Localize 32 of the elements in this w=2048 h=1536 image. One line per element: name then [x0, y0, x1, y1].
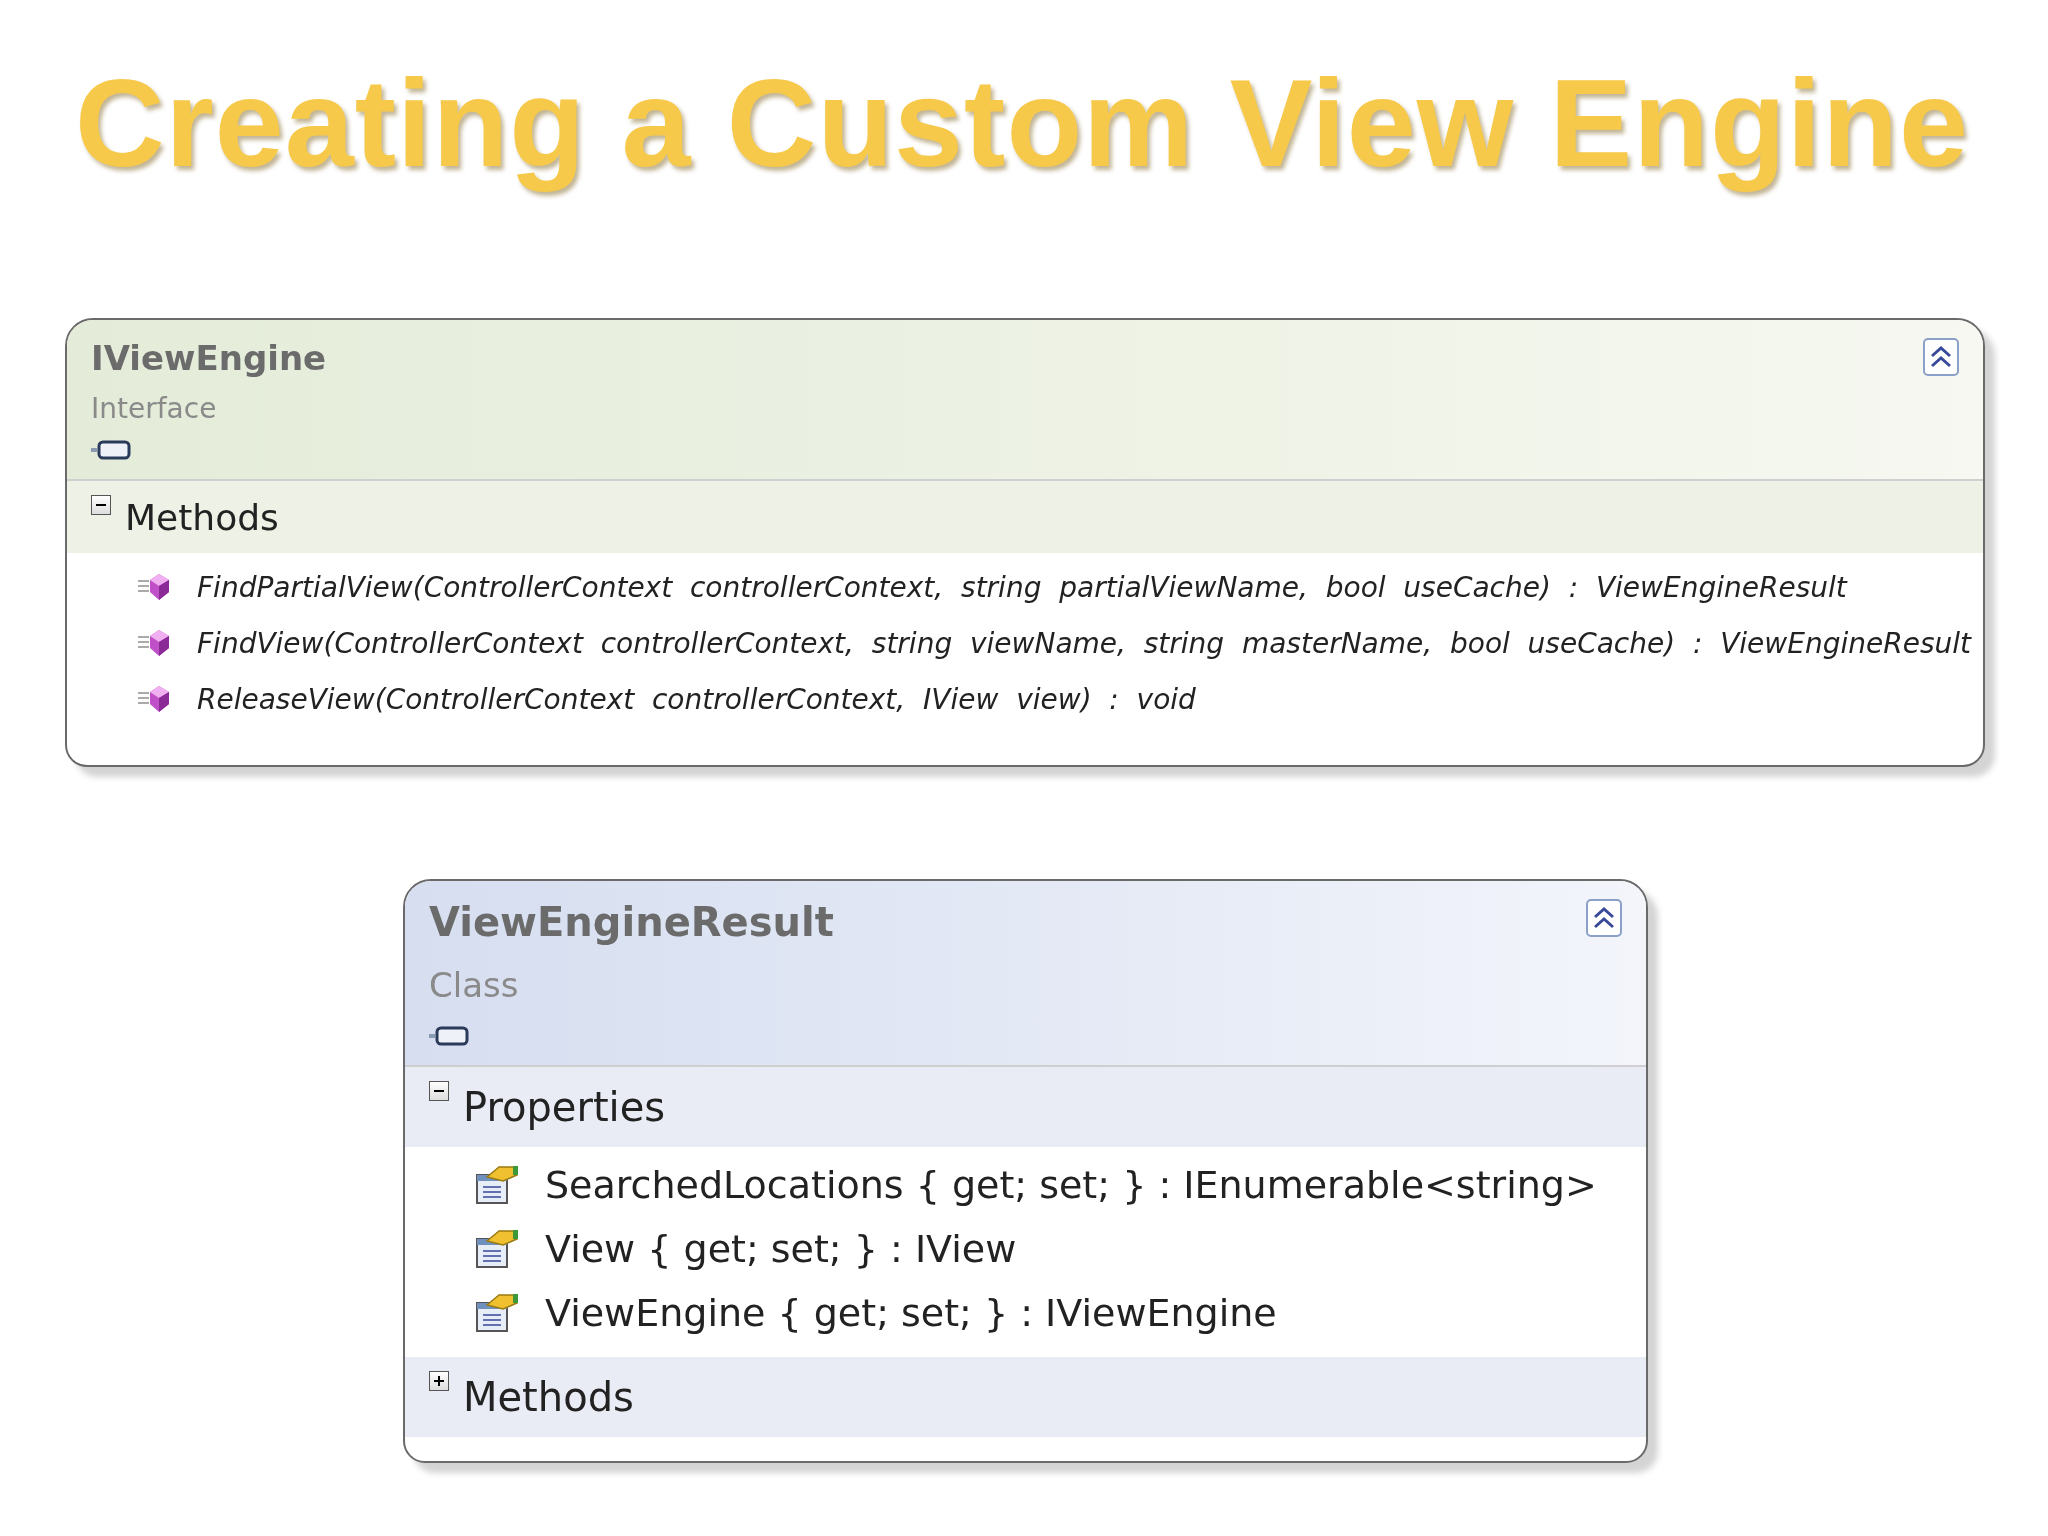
shape-type: Class [429, 965, 519, 1005]
cube-icon [137, 684, 171, 714]
property-signature[interactable]: View { get; set; } : IView [545, 1227, 1017, 1271]
compartment-label: Methods [463, 1374, 634, 1420]
card-hand-icon [475, 1165, 519, 1205]
plus-icon [432, 1374, 446, 1388]
class-shape[interactable]: ViewEngineResult Class Properties SearchedLocations { get; set; } : IEnumerable<string> View { get; set; } : IView ViewEngine { get; set; } : IViewEngine Methods [403, 879, 1648, 1463]
collapse-toggle[interactable] [91, 495, 111, 515]
collapse-toggle[interactable] [429, 1081, 449, 1101]
compartment-label: Properties [463, 1084, 666, 1130]
connector-icon [429, 1025, 469, 1047]
class-name: IViewEngine [91, 338, 327, 378]
property-signature[interactable]: SearchedLocations { get; set; } : IEnumerable<string> [545, 1163, 1597, 1207]
card-hand-icon [475, 1293, 519, 1333]
expand-toggle[interactable] [429, 1371, 449, 1391]
chevrons-up-icon [1592, 905, 1616, 931]
connector-icon [91, 439, 131, 461]
collapse-shape-button[interactable] [1586, 899, 1622, 937]
cube-icon [137, 572, 171, 602]
method-signature[interactable]: FindPartialView(ControllerContext controllerContext, string partialViewName, bool useCache) : ViewEngineResult [197, 570, 1847, 604]
slide-title: Creating a Custom View Engine [75, 53, 1969, 194]
collapse-shape-button[interactable] [1923, 338, 1959, 376]
method-signature[interactable]: ReleaseView(ControllerContext controllerContext, IView view) : void [197, 682, 1196, 716]
class-shape[interactable] [65, 318, 1985, 767]
chevrons-up-icon [1929, 344, 1953, 370]
class-name: ViewEngineResult [429, 899, 834, 945]
cube-icon [137, 628, 171, 658]
card-hand-icon [475, 1229, 519, 1269]
property-signature[interactable]: ViewEngine { get; set; } : IViewEngine [545, 1291, 1277, 1335]
compartment-label: Methods [125, 496, 279, 538]
method-signature[interactable]: FindView(ControllerContext controllerContext, string viewName, string masterName, bool useCache) : ViewEngineResult [197, 626, 1971, 660]
shape-type: Interface [91, 392, 217, 425]
